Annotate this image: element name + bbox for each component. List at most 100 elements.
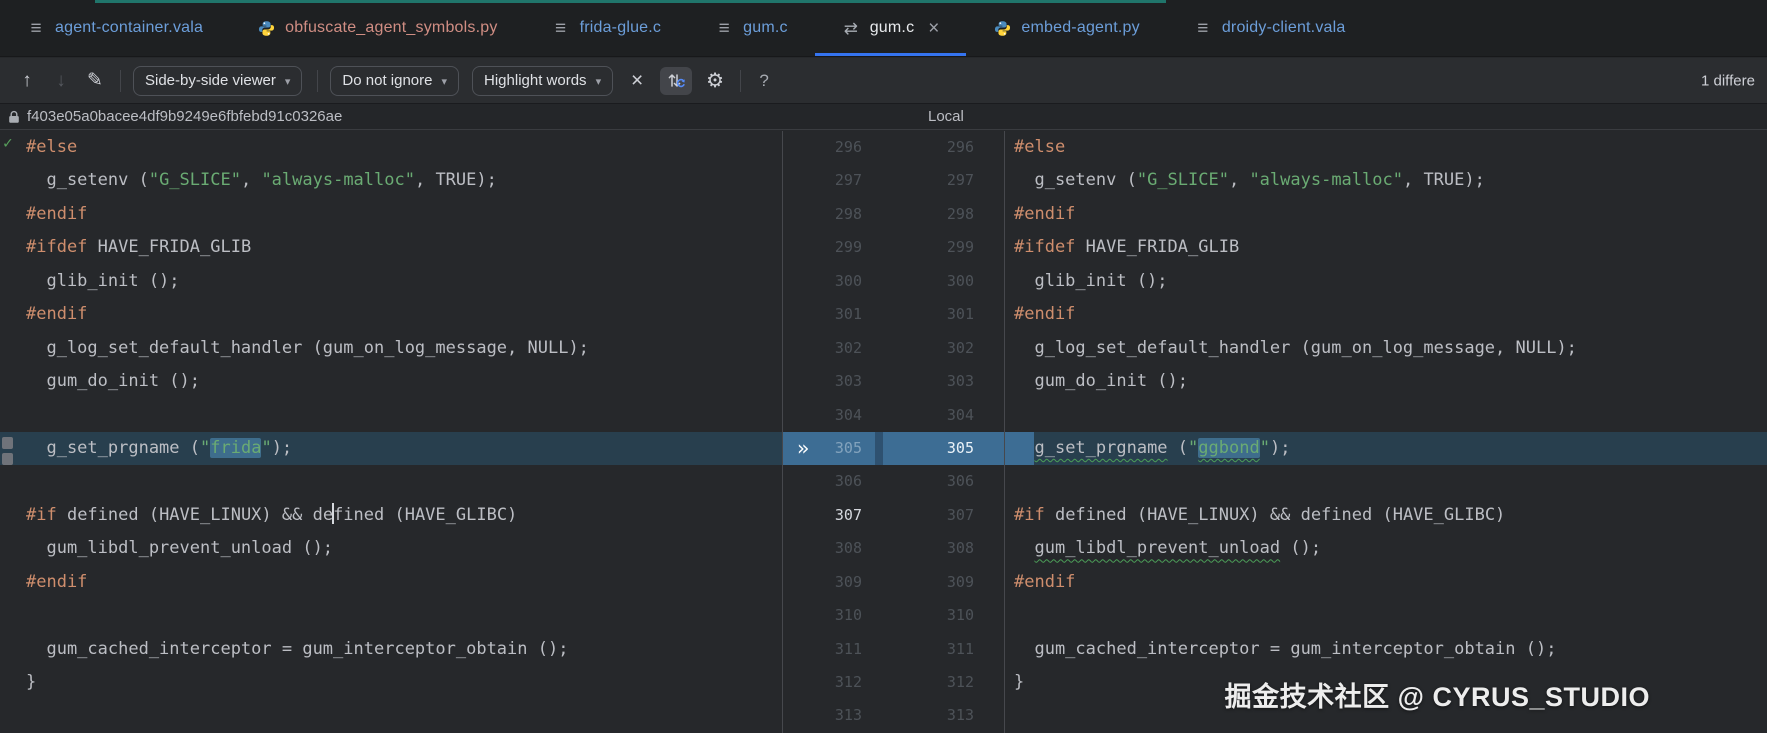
right-gutter-line-number: 303 xyxy=(946,372,974,391)
inspections-ok-icon[interactable]: ✓ xyxy=(3,133,13,152)
change-stripe-marker[interactable] xyxy=(2,437,13,449)
right-code-line-311[interactable]: gum_cached_interceptor = gum_interceptor… xyxy=(1005,633,1767,666)
settings-gear-icon[interactable]: ⚙ xyxy=(704,67,726,95)
watermark-text: 掘金技术社区 @ CYRUS_STUDIO xyxy=(1224,682,1650,712)
right-code-line-303[interactable]: gum_do_init (); xyxy=(1005,365,1767,398)
left-gutter-line-number: 298 xyxy=(834,204,862,223)
right-gutter-line-number: 301 xyxy=(946,305,974,324)
left-gutter-line-number: 303 xyxy=(834,372,862,391)
right-code-line-296[interactable]: #else xyxy=(1005,131,1767,164)
toolbar-separator xyxy=(120,69,121,92)
apply-change-button[interactable]: » xyxy=(797,432,809,465)
right-code-line-299[interactable]: #ifdef HAVE_FRIDA_GLIB xyxy=(1005,231,1767,264)
left-code-line-300[interactable]: glib_init (); xyxy=(0,265,782,298)
right-gutter-line-number: 312 xyxy=(946,673,974,691)
right-gutter-line-number: 313 xyxy=(946,706,974,725)
left-code-line-303[interactable]: gum_do_init (); xyxy=(0,365,782,398)
help-icon[interactable]: ? xyxy=(753,67,775,95)
left-code-line-296[interactable]: #else xyxy=(0,131,782,164)
left-code-line-301[interactable]: #endif xyxy=(0,298,782,331)
ignore-policy-dropdown[interactable]: Do not ignore ▾ xyxy=(330,65,460,96)
right-gutter-line-number: 311 xyxy=(946,639,974,658)
tab-obfuscate-agent-symbols-py[interactable]: obfuscate_agent_symbols.py xyxy=(230,0,524,56)
right-gutter-line-number: 306 xyxy=(946,472,974,491)
tab-embed-agent-py[interactable]: embed-agent.py xyxy=(966,0,1166,56)
right-gutter-line-number: 309 xyxy=(946,572,974,591)
left-code-line-306[interactable] xyxy=(0,465,782,498)
tab-droidy-client-vala[interactable]: ≡ droidy-client.vala xyxy=(1167,0,1373,56)
tab-gum-c[interactable]: ⇄ gum.c × xyxy=(814,0,967,56)
chevron-down-icon: ▾ xyxy=(284,76,291,88)
viewer-mode-dropdown[interactable]: Side-by-side viewer ▾ xyxy=(133,65,303,96)
right-code-line-310[interactable] xyxy=(1005,599,1767,632)
chevron-down-icon: ▾ xyxy=(595,76,602,88)
left-code-line-309[interactable]: #endif xyxy=(0,566,782,599)
left-code-line-298[interactable]: #endif xyxy=(0,198,782,231)
tab-label: droidy-client.vala xyxy=(1221,19,1346,36)
left-code-line-312[interactable]: } xyxy=(0,666,782,699)
tab-agent-container-vala[interactable]: ≡ agent-container.vala xyxy=(0,0,230,56)
left-code-line-311[interactable]: gum_cached_interceptor = gum_interceptor… xyxy=(0,633,782,666)
left-code-line-305[interactable]: g_set_prgname ("frida"); xyxy=(0,431,782,466)
right-gutter-line-number: 308 xyxy=(946,539,974,558)
tab-label: frida-glue.c xyxy=(579,19,662,36)
synchronize-scrolling-toggle[interactable] xyxy=(660,66,693,95)
close-icon[interactable]: × xyxy=(626,67,648,95)
next-difference-button[interactable]: ↓ xyxy=(50,67,72,95)
tab-close-icon[interactable]: × xyxy=(928,19,939,38)
right-gutter-line-number: 310 xyxy=(946,606,974,625)
diff-toolbar: ↑ ↓ ✎ Side-by-side viewer ▾ Do not ignor… xyxy=(0,58,1767,104)
right-code-line-304[interactable] xyxy=(1005,399,1767,432)
left-code-line-310[interactable] xyxy=(0,599,782,632)
left-code-line-302[interactable]: g_log_set_default_handler (gum_on_log_me… xyxy=(0,332,782,365)
python-file-icon xyxy=(993,20,1011,37)
left-line-number-gutter: 296 297 298 299 300 301 302 303 304 » 305 306 307 308… xyxy=(783,131,875,733)
text-file-icon: ≡ xyxy=(30,17,42,39)
tab-label: gum.c xyxy=(743,19,788,36)
right-code-line-297[interactable]: g_setenv ("G_SLICE", "always-malloc", TR… xyxy=(1005,164,1767,197)
left-gutter-line-number: 300 xyxy=(834,271,862,290)
highlight-mode-label: Highlight words xyxy=(484,72,587,89)
edit-icon[interactable]: ✎ xyxy=(84,67,106,95)
left-gutter-line-number: 306 xyxy=(834,472,862,491)
diff-editor: ✓ #else g_setenv ("G_SLICE", "always-mal… xyxy=(0,131,1767,733)
right-code-pane[interactable]: #else g_setenv ("G_SLICE", "always-mallo… xyxy=(1004,131,1767,733)
right-code-line-302[interactable]: g_log_set_default_handler (gum_on_log_me… xyxy=(1005,332,1767,365)
left-gutter-line-number: » 305 xyxy=(783,431,875,466)
left-gutter-line-number: 302 xyxy=(834,338,862,357)
right-pane-title: Local xyxy=(928,108,964,125)
highlight-mode-dropdown[interactable]: Highlight words ▾ xyxy=(472,65,614,96)
left-gutter-line-number: 301 xyxy=(834,305,862,324)
right-code-line-309[interactable]: #endif xyxy=(1005,566,1767,599)
right-code-line-305[interactable]: g_set_prgname ("ggbond"); xyxy=(1005,431,1767,466)
tab-frida-glue-c[interactable]: ≡ frida-glue.c xyxy=(525,0,689,56)
text-file-icon: ≡ xyxy=(1197,17,1209,39)
ide-diff-window: ≡ agent-container.vala obfuscate_agent_sym… xyxy=(0,0,1767,733)
previous-difference-button[interactable]: ↑ xyxy=(16,67,38,95)
left-code-line-304[interactable] xyxy=(0,399,782,432)
change-stripe-marker[interactable] xyxy=(2,453,13,465)
left-code-line-313[interactable] xyxy=(0,699,782,732)
left-code-line-297[interactable]: g_setenv ("G_SLICE", "always-malloc", TR… xyxy=(0,164,782,197)
right-gutter-line-number: 296 xyxy=(946,138,974,156)
sync-scroll-icon xyxy=(668,74,685,88)
right-code-line-306[interactable] xyxy=(1005,465,1767,498)
toolbar-separator xyxy=(740,69,742,92)
right-code-line-298[interactable]: #endif xyxy=(1005,198,1767,231)
left-code-line-307[interactable]: #if defined (HAVE_LINUX) && defined (HAV… xyxy=(0,499,782,532)
tab-gum-c[interactable]: ≡ gum.c xyxy=(688,0,815,56)
right-code-line-300[interactable]: glib_init (); xyxy=(1005,265,1767,298)
right-code-line-307[interactable]: #if defined (HAVE_LINUX) && defined (HAV… xyxy=(1005,499,1767,532)
left-revision-hash: f403e05a0bacee4df9b9249e6fbfebd91c0326ae xyxy=(27,108,343,125)
right-code-line-301[interactable]: #endif xyxy=(1005,298,1767,331)
diff-pane-headers: f403e05a0bacee4df9b9249e6fbfebd91c0326ae… xyxy=(0,104,1767,130)
right-gutter-line-number: 298 xyxy=(946,204,974,223)
left-code-line-299[interactable]: #ifdef HAVE_FRIDA_GLIB xyxy=(0,231,782,264)
right-gutter-line-number: 299 xyxy=(946,238,974,257)
right-code-line-308[interactable]: gum_libdl_prevent_unload (); xyxy=(1005,532,1767,565)
left-code-pane[interactable]: #else g_setenv ("G_SLICE", "always-mallo… xyxy=(0,131,783,733)
tab-label: embed-agent.py xyxy=(1021,19,1140,36)
left-gutter-line-number: 296 xyxy=(834,138,862,156)
right-gutter-line-number: 305 xyxy=(875,431,1004,466)
left-code-line-308[interactable]: gum_libdl_prevent_unload (); xyxy=(0,532,782,565)
